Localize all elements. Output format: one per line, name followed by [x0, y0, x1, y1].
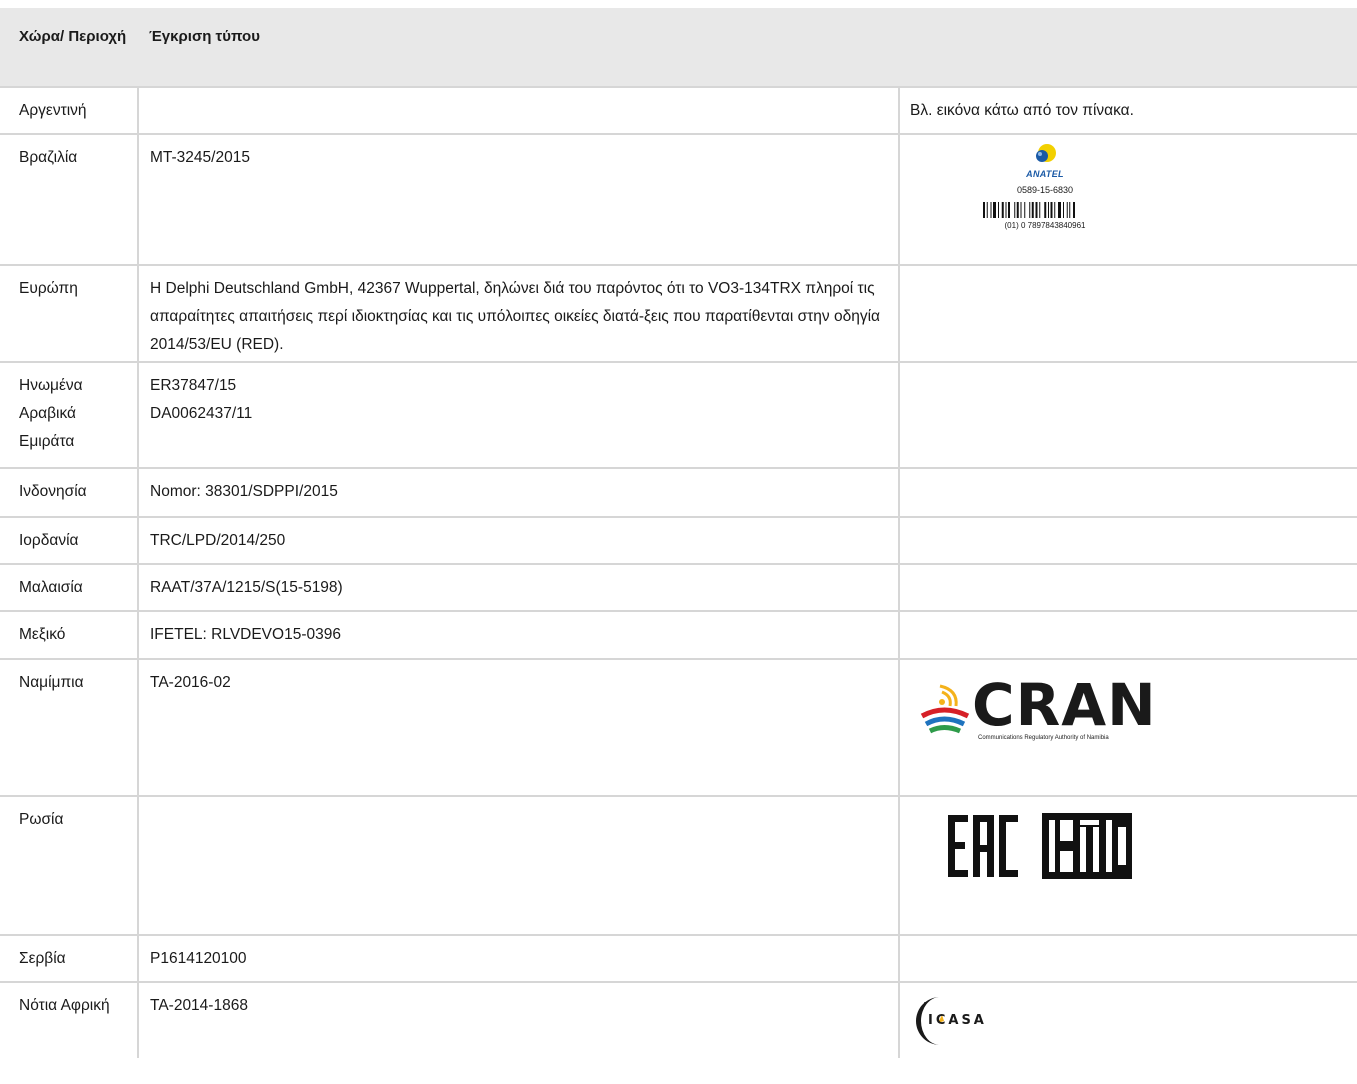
blank-cell	[899, 610, 1357, 659]
approval-line: ER37847/15	[150, 377, 237, 394]
table-row: Μαλαισία RAAT/37A/1215/S(15-5198)	[0, 563, 1357, 611]
approval-cell: TA-2016-02	[138, 658, 900, 796]
country-cell: Σερβία	[0, 934, 139, 982]
type-approval-table: Χώρα/ Περιοχή Έγκριση τύπου Αργεντινή Βλ…	[0, 8, 1357, 1058]
logo-cell: CRAN Communications Regulatory Authority…	[899, 658, 1357, 796]
blank-cell	[899, 516, 1357, 564]
table-row: Ινδονησία Nomor: 38301/SDPPI/2015	[0, 467, 1357, 517]
country-cell: Μαλαισία	[0, 563, 139, 611]
table-row: Ναμίμπια TA-2016-02 CRAN Communications …	[0, 658, 1357, 796]
table-row: Αργεντινή Βλ. εικόνα κάτω από τον πίνακα…	[0, 86, 1357, 134]
table-row: Νότια Αφρική TA-2014-1868 ICASA	[0, 981, 1357, 1058]
icasa-wordmark: ICASA	[928, 1013, 987, 1028]
logo-cell: ICASA	[899, 981, 1357, 1058]
approval-cell: MT-3245/2015	[138, 133, 900, 265]
barcode: (01) 0 7897843840961	[970, 202, 1120, 230]
anatel-wordmark: ANATEL	[1026, 169, 1064, 179]
approval-cell: P1614120100	[138, 934, 900, 982]
approval-cell: TRC/LPD/2014/250	[138, 516, 900, 564]
barcode-bars	[983, 202, 1075, 218]
barcode-text: (01) 0 7897843840961	[1004, 221, 1086, 230]
approval-cell: ER37847/15 DA0062437/11	[138, 361, 900, 468]
eac-logo	[948, 813, 1347, 889]
country-cell: Βραζιλία	[0, 133, 139, 265]
country-cell: Νότια Αφρική	[0, 981, 139, 1058]
approval-cell: TA-2014-1868	[138, 981, 900, 1058]
header-country: Χώρα/ Περιοχή	[0, 8, 138, 87]
table-row: Σερβία P1614120100	[0, 934, 1357, 982]
approval-cell: H Delphi Deutschland GmbH, 42367 Wuppert…	[138, 264, 900, 362]
table-row: Ευρώπη H Delphi Deutschland GmbH, 42367 …	[0, 264, 1357, 362]
anatel-globe-icon	[1036, 144, 1056, 162]
header-approval: Έγκριση τύπου	[138, 8, 899, 87]
approval-cell	[138, 795, 900, 935]
eac-mark-icon	[948, 813, 1132, 879]
blank-cell	[899, 467, 1357, 517]
table-row: Βραζιλία MT-3245/2015 ANATEL 0589-15-683…	[0, 133, 1357, 265]
logo-cell: ANATEL 0589-15-6830 (01) 0 7897843840961	[899, 133, 1357, 265]
country-cell: Ηνωμένα Αραβικά Εμιράτα	[0, 361, 139, 468]
cran-wordmark: CRAN	[972, 671, 1157, 739]
table-header-row: Χώρα/ Περιοχή Έγκριση τύπου	[0, 8, 1357, 87]
country-cell: Αργεντινή	[0, 86, 139, 134]
table-row: Ηνωμένα Αραβικά Εμιράτα ER37847/15 DA006…	[0, 361, 1357, 468]
country-cell: Μεξικό	[0, 610, 139, 659]
table-row: Ρωσία	[0, 795, 1357, 935]
logo-cell	[899, 795, 1357, 935]
approval-line: DA0062437/11	[150, 405, 253, 422]
cran-emblem-icon	[920, 684, 970, 734]
approval-cell	[138, 86, 900, 134]
country-cell: Ναμίμπια	[0, 658, 139, 796]
country-cell: Ινδονησία	[0, 467, 139, 517]
cran-logo: CRAN Communications Regulatory Authority…	[916, 676, 1347, 742]
note-cell: Βλ. εικόνα κάτω από τον πίνακα.	[899, 86, 1357, 134]
country-cell: Ιορδανία	[0, 516, 139, 564]
blank-cell	[899, 934, 1357, 982]
country-cell: Ρωσία	[0, 795, 139, 935]
blank-cell	[899, 264, 1357, 362]
cran-text-block: CRAN Communications Regulatory Authority…	[972, 676, 1157, 742]
anatel-number: 0589-15-6830	[1016, 185, 1074, 195]
approval-cell: IFETEL: RLVDEVO15-0396	[138, 610, 900, 659]
country-cell: Ευρώπη	[0, 264, 139, 362]
table-row: Ιορδανία TRC/LPD/2014/250	[0, 516, 1357, 564]
blank-cell	[899, 563, 1357, 611]
table-row: Μεξικό IFETEL: RLVDEVO15-0396	[0, 610, 1357, 659]
icasa-logo: ICASA	[916, 993, 1347, 1049]
approval-cell: RAAT/37A/1215/S(15-5198)	[138, 563, 900, 611]
header-blank	[899, 8, 1357, 87]
blank-cell	[899, 361, 1357, 468]
anatel-logo: ANATEL 0589-15-6830 (01) 0 7897843840961	[970, 143, 1120, 230]
approval-cell: Nomor: 38301/SDPPI/2015	[138, 467, 900, 517]
